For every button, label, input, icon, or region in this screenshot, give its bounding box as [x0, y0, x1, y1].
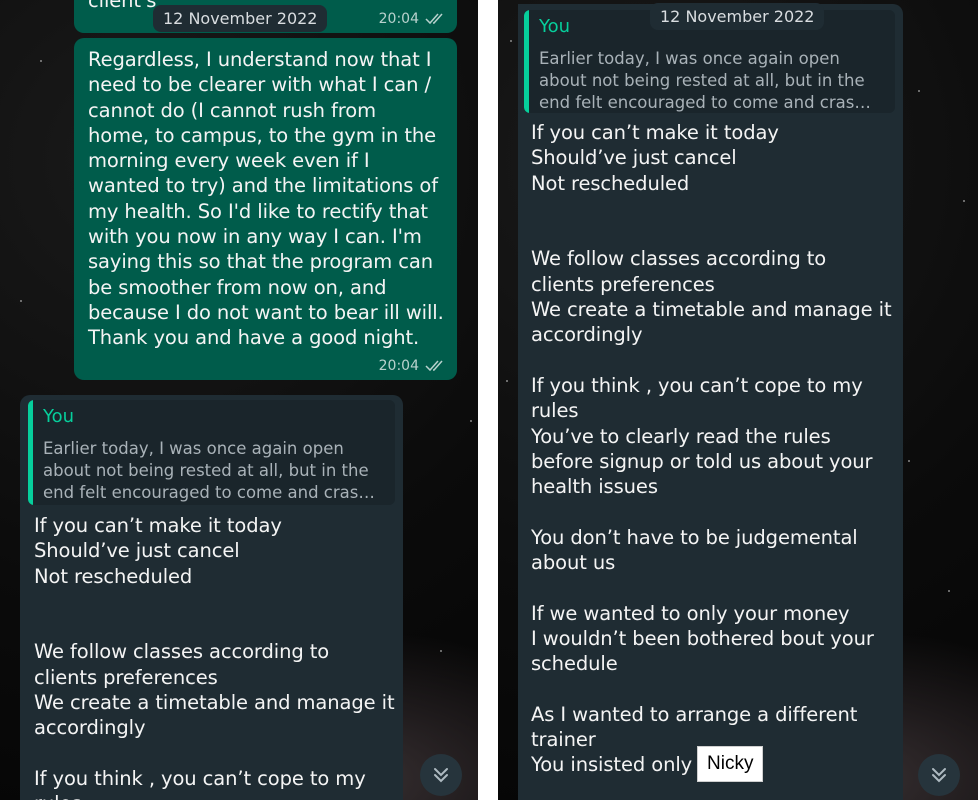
quoted-message[interactable]: You Earlier today, I was once again open…	[28, 400, 395, 505]
scroll-to-bottom-button[interactable]	[420, 754, 462, 796]
message-text: If you can’t make it today Should’ve jus…	[531, 121, 892, 777]
message-meta: 20:04	[379, 11, 447, 27]
star-decoration	[948, 590, 950, 592]
double-check-icon	[425, 13, 443, 25]
message-meta: 20:04	[379, 358, 447, 374]
star-decoration	[918, 90, 920, 92]
star-decoration	[470, 420, 472, 422]
quote-accent-bar	[28, 400, 33, 505]
chevron-double-down-icon	[932, 768, 946, 783]
star-decoration	[908, 460, 910, 462]
chevron-double-down-icon	[434, 768, 448, 783]
quote-text: Earlier today, I was once again open abo…	[43, 439, 375, 502]
star-decoration	[40, 60, 42, 62]
message-time: 20:04	[378, 358, 419, 374]
incoming-message-bubble[interactable]: You Earlier today, I was once again open…	[518, 4, 903, 800]
quote-author: You	[539, 16, 571, 37]
incoming-message-bubble[interactable]: You Earlier today, I was once again open…	[20, 395, 403, 800]
message-text-fragment: client's	[88, 0, 157, 12]
star-decoration	[440, 650, 442, 652]
star-decoration	[20, 300, 22, 302]
message-text: Regardless, I understand now that I need…	[88, 48, 444, 350]
date-chip: 12 November 2022	[650, 3, 825, 30]
star-decoration	[506, 380, 508, 382]
message-text: If you can’t make it today Should’ve jus…	[34, 514, 395, 800]
quote-accent-bar	[524, 10, 529, 113]
star-decoration	[963, 200, 965, 202]
double-check-icon	[425, 360, 443, 372]
star-decoration	[510, 40, 512, 42]
scroll-to-bottom-button[interactable]	[918, 754, 960, 796]
chat-panel-left: client's 20:04 12 November 2022 Regardle…	[0, 0, 478, 800]
quote-text: Earlier today, I was once again open abo…	[539, 49, 871, 112]
message-time: 20:04	[378, 11, 419, 27]
chat-panel-right: You Earlier today, I was once again open…	[498, 0, 978, 800]
name-label: Nicky	[697, 746, 764, 782]
date-chip: 12 November 2022	[153, 5, 328, 32]
outgoing-message-bubble[interactable]: Regardless, I understand now that I need…	[74, 38, 457, 380]
quote-author: You	[43, 406, 75, 427]
